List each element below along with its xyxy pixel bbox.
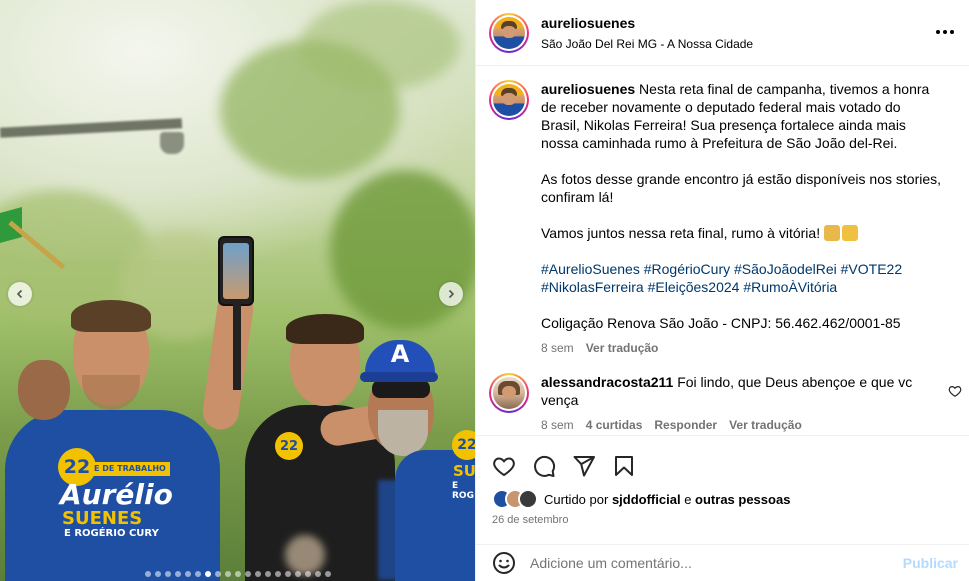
liker-avatar <box>518 489 538 509</box>
carousel-dot <box>274 571 281 577</box>
reply-link[interactable]: Responder <box>654 416 717 434</box>
dot-icon <box>950 30 954 34</box>
hashtags-line-2[interactable]: #NikolasFerreira #Eleições2024 #RumoÀVit… <box>541 278 941 296</box>
caption-coalition: Coligação Renova São João - CNPJ: 56.462… <box>541 315 901 331</box>
shirt-name-suenes: SUENES <box>62 508 143 529</box>
emoji-smiley-icon[interactable] <box>492 551 516 575</box>
actions-area: Curtido por sjddofficial e outras pessoa… <box>476 435 969 526</box>
commenter-username[interactable]: alessandracosta211 <box>541 374 673 390</box>
carousel-dot <box>324 571 331 577</box>
chevron-right-icon <box>448 289 455 299</box>
post-date[interactable]: 26 de setembro <box>476 514 969 526</box>
hashtags-line-1[interactable]: #AurelioSuenes #RogérioCury #SãoJoãodelR… <box>541 260 941 278</box>
right-badge: 22 <box>452 430 475 460</box>
comment-translate-link[interactable]: Ver tradução <box>729 416 802 434</box>
share-paper-plane-icon[interactable] <box>572 454 596 478</box>
dot-icon <box>936 30 940 34</box>
liked-by-others[interactable]: outras pessoas <box>695 492 790 507</box>
shirt-band-text: E DE TRABALHO <box>90 462 170 476</box>
carousel-dot <box>214 571 221 577</box>
comment-time[interactable]: 8 sem <box>541 416 574 434</box>
author-avatar[interactable] <box>489 12 529 53</box>
like-heart-icon[interactable] <box>492 454 516 478</box>
carousel-dot <box>154 571 161 577</box>
caption-username[interactable]: aureliosuenes <box>541 81 635 97</box>
shirt-name-rogerio: E ROGÉRIO CURY <box>64 528 159 539</box>
save-bookmark-icon[interactable] <box>612 454 636 478</box>
caption: aureliosuenes Nesta reta final de campan… <box>476 67 969 357</box>
next-media-button[interactable] <box>439 282 463 306</box>
carousel-dot <box>144 571 151 577</box>
publish-button[interactable]: Publicar <box>903 555 958 571</box>
scared-face-emoji-icon <box>823 225 840 241</box>
comment-item: alessandracosta211 Foi lindo, que Deus a… <box>476 357 969 434</box>
commenter-avatar[interactable] <box>489 373 529 413</box>
carousel-dot <box>244 571 251 577</box>
caption-time[interactable]: 8 sem <box>541 339 574 357</box>
previous-media-button[interactable] <box>8 282 32 306</box>
carousel-dot <box>294 571 301 577</box>
comment-likes[interactable]: 4 curtidas <box>586 416 643 434</box>
carousel-dot <box>314 571 321 577</box>
carousel-dot <box>234 571 241 577</box>
carousel-dot <box>224 571 231 577</box>
shirt-right-text-2: E ROG <box>452 481 474 501</box>
carousel-dot <box>284 571 291 577</box>
street-lamp <box>160 132 184 154</box>
instagram-post: 22 E DE TRABALHO Aurélio SUENES E ROGÉRI… <box>0 0 969 581</box>
liked-by-user[interactable]: sjddofficial <box>612 492 681 507</box>
carousel-dot <box>194 571 201 577</box>
sticker-badge: 22 <box>275 432 303 460</box>
caption-paragraph-3: Vamos juntos nessa reta final, rumo à vi… <box>541 225 821 241</box>
carousel-dot <box>304 571 311 577</box>
liker-avatars[interactable] <box>492 489 538 509</box>
shirt-name-aurelio: Aurélio <box>60 478 173 511</box>
carousel-indicator <box>0 571 475 577</box>
add-comment-bar: Publicar <box>476 544 969 581</box>
cap-letter: A <box>390 340 410 368</box>
comments-section[interactable]: aureliosuenes Nesta reta final de campan… <box>476 67 969 435</box>
author-username[interactable]: aureliosuenes <box>541 15 753 31</box>
carousel-dot <box>164 571 171 577</box>
caption-avatar[interactable] <box>489 80 529 120</box>
selfie-phone <box>218 236 254 306</box>
carousel-dot <box>254 571 261 577</box>
caption-translate-link[interactable]: Ver tradução <box>586 339 659 357</box>
post-location[interactable]: São João Del Rei MG - A Nossa Cidade <box>541 37 753 51</box>
carousel-dot <box>264 571 271 577</box>
shirt-right-text: SUE <box>453 462 475 480</box>
liked-by-prefix: Curtido por <box>544 491 609 507</box>
more-options-button[interactable] <box>935 22 955 42</box>
comment-input[interactable] <box>530 555 903 571</box>
post-media[interactable]: 22 E DE TRABALHO Aurélio SUENES E ROGÉRI… <box>0 0 475 581</box>
dot-icon <box>943 30 947 34</box>
post-header: aureliosuenes São João Del Rei MG - A No… <box>476 0 969 66</box>
caption-paragraph-2: As fotos desse grande encontro já estão … <box>541 171 942 205</box>
carousel-dot <box>204 571 211 577</box>
post-panel: aureliosuenes São João Del Rei MG - A No… <box>475 0 969 581</box>
like-comment-heart-icon[interactable] <box>948 384 962 398</box>
carousel-dot <box>184 571 191 577</box>
likes-summary: Curtido por sjddofficial e outras pessoa… <box>476 486 969 512</box>
carousel-dot <box>174 571 181 577</box>
comment-bubble-icon[interactable] <box>532 454 556 478</box>
action-bar <box>476 436 969 486</box>
flexed-biceps-emoji-icon <box>841 225 858 241</box>
liked-by-connector: e <box>684 491 692 507</box>
chevron-left-icon <box>16 289 23 299</box>
